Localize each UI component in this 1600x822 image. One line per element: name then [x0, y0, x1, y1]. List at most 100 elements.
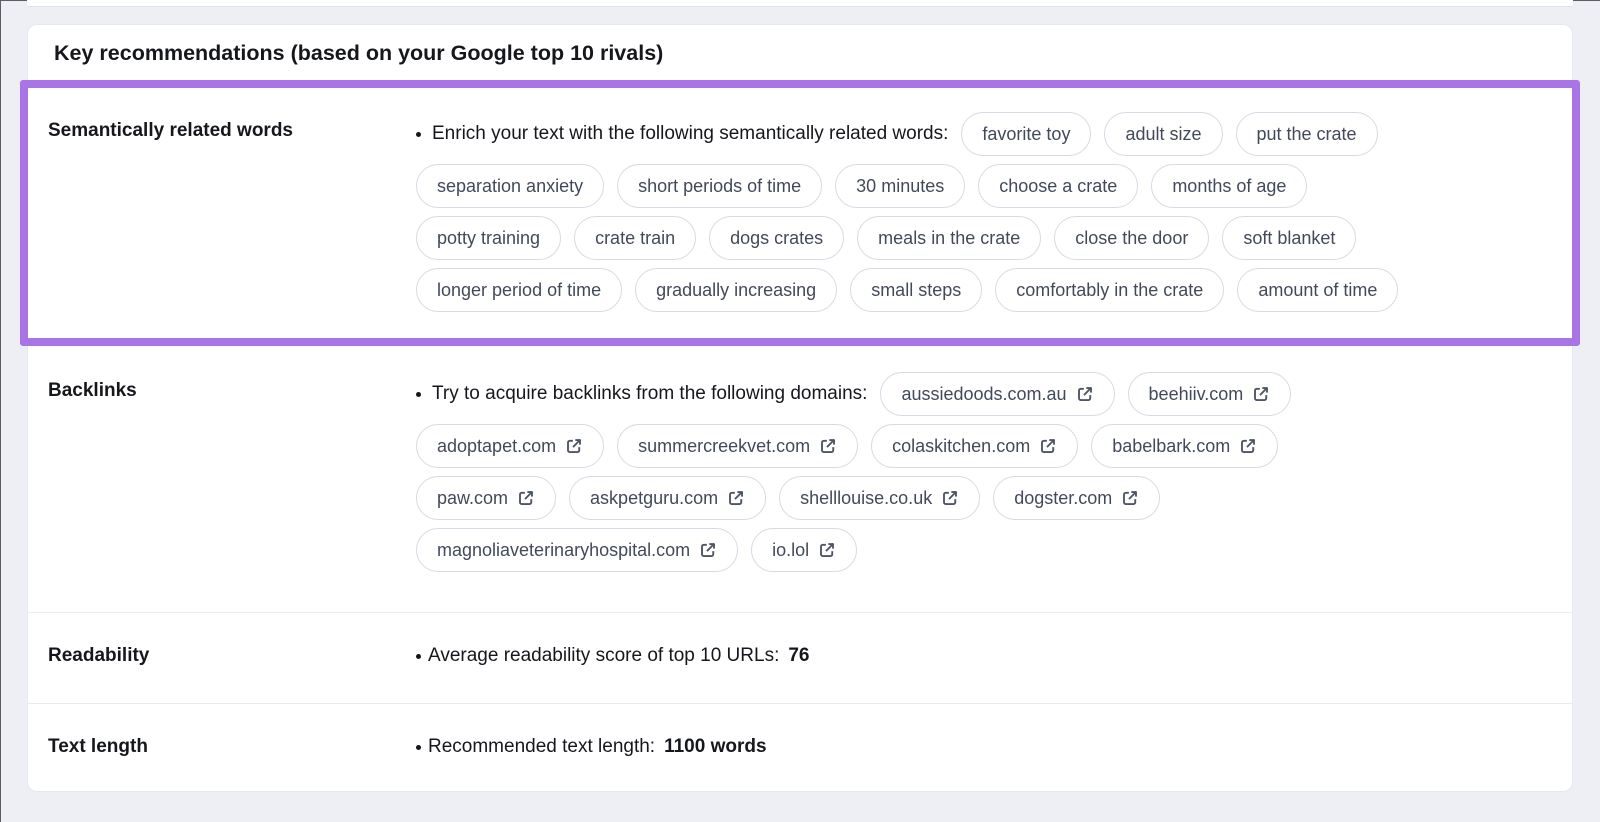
keyword-pill: soft blanket — [1222, 216, 1357, 260]
pill-label: months of age — [1172, 175, 1287, 196]
pill-line: paw.com askpetguru.com shelllouise.co.uk… — [416, 476, 1552, 520]
keyword-pill: separation anxiety — [416, 164, 605, 208]
domain-pill[interactable]: beehiiv.com — [1127, 372, 1292, 416]
keyword-pill: put the crate — [1235, 112, 1378, 156]
keyword-pill: meals in the crate — [857, 216, 1042, 260]
pill-label: gradually increasing — [656, 279, 817, 300]
readability-row: Readability Average readability score of… — [28, 612, 1572, 703]
pill-label: babelbark.com — [1112, 435, 1231, 456]
pill-label: potty training — [437, 227, 541, 248]
pill-label: favorite toy — [982, 123, 1071, 144]
keyword-pill: gradually increasing — [635, 268, 838, 312]
pill-label: adult size — [1125, 123, 1202, 144]
external-link-icon — [1123, 490, 1138, 505]
readability-label: Readability — [48, 645, 150, 666]
semantic-words-content: Enrich your text with the following sema… — [416, 112, 1552, 312]
backlinks-content: Try to acquire backlinks from the follow… — [416, 372, 1552, 572]
domain-pill[interactable]: magnoliaveterinaryhospital.com — [416, 528, 739, 572]
keyword-pill: dogs crates — [709, 216, 845, 260]
readability-line: Average readability score of top 10 URLs… — [416, 643, 1552, 669]
pill-line: potty training crate train dogs crates meal… — [416, 216, 1552, 260]
pill-label: amount of time — [1258, 279, 1378, 300]
keyword-pill: favorite toy — [961, 112, 1092, 156]
pill-label: choose a crate — [999, 175, 1118, 196]
semantic-words-highlight-box: Semantically related words Enrich your t… — [20, 80, 1580, 346]
bullet-dot — [416, 744, 421, 750]
external-link-icon — [567, 438, 582, 453]
pill-label: shelllouise.co.uk — [800, 487, 933, 508]
bullet-dot — [416, 391, 421, 397]
pill-label: meals in the crate — [878, 227, 1021, 248]
text-length-text: Recommended text length: — [428, 736, 656, 757]
pill-line: Try to acquire backlinks from the follow… — [416, 372, 1552, 416]
pill-label: close the door — [1075, 227, 1189, 248]
domain-pill[interactable]: aussiedoods.com.au — [880, 372, 1115, 416]
text-length-line: Recommended text length: 1100 words — [416, 734, 1552, 760]
bullet-dot — [416, 131, 421, 137]
domain-pill[interactable]: dogster.com — [993, 476, 1161, 520]
pill-label: adoptapet.com — [437, 435, 557, 456]
pill-line: Enrich your text with the following sema… — [416, 112, 1552, 156]
pill-label: separation anxiety — [437, 175, 584, 196]
external-link-icon — [821, 438, 836, 453]
keyword-pill: 30 minutes — [835, 164, 966, 208]
external-link-icon — [519, 490, 534, 505]
keyword-pill: potty training — [416, 216, 562, 260]
keyword-pill: amount of time — [1237, 268, 1399, 312]
recommendation-intro-text: Enrich your text with the following sema… — [432, 123, 949, 144]
keyword-pill: longer period of time — [416, 268, 623, 312]
pill-line: longer period of time gradually increasin… — [416, 268, 1552, 312]
external-link-icon — [1241, 438, 1256, 453]
card-header: Key recommendations (based on your Googl… — [28, 25, 1572, 80]
keyword-pill: choose a crate — [978, 164, 1139, 208]
domain-pill[interactable]: io.lol — [751, 528, 858, 572]
external-link-icon — [729, 490, 744, 505]
external-link-icon — [1254, 386, 1269, 401]
pill-line: separation anxiety short periods of time 3… — [416, 164, 1552, 208]
domain-pill[interactable]: babelbark.com — [1091, 424, 1279, 468]
text-length-row: Text length Recommended text length: 110… — [28, 703, 1572, 791]
readability-text: Average readability score of top 10 URLs… — [428, 645, 780, 666]
domain-pill[interactable]: askpetguru.com — [569, 476, 767, 520]
pill-label: paw.com — [437, 487, 509, 508]
keyword-pill: comfortably in the crate — [995, 268, 1225, 312]
pill-line: adoptapet.com summercreekvet.com colaski… — [416, 424, 1552, 468]
text-length-value: 1100 words — [664, 736, 767, 757]
domain-pill[interactable]: summercreekvet.com — [617, 424, 859, 468]
backlinks-row: Backlinks Try to acquire backlinks from … — [28, 346, 1572, 612]
pill-label: soft blanket — [1243, 227, 1336, 248]
key-recommendations-card: Key recommendations (based on your Googl… — [20, 24, 1580, 792]
domain-pill[interactable]: adoptapet.com — [416, 424, 605, 468]
external-link-icon — [701, 542, 716, 557]
keyword-pill: crate train — [574, 216, 697, 260]
external-link-icon — [1077, 386, 1092, 401]
semantic-words-row: Semantically related words Enrich your t… — [28, 88, 1572, 338]
external-link-icon — [820, 542, 835, 557]
pill-label: magnoliaveterinaryhospital.com — [437, 539, 691, 560]
keyword-pill: small steps — [850, 268, 983, 312]
keyword-pill: short periods of time — [617, 164, 823, 208]
semantic-words-label: Semantically related words — [48, 120, 293, 141]
keyword-pill: months of age — [1151, 164, 1308, 208]
previous-card-bottom-edge — [27, 0, 1573, 7]
pill-label: beehiiv.com — [1148, 383, 1244, 404]
text-length-label: Text length — [48, 736, 148, 757]
pill-label: colaskitchen.com — [892, 435, 1031, 456]
pill-label: comfortably in the crate — [1016, 279, 1204, 300]
keyword-pill: adult size — [1104, 112, 1223, 156]
pill-label: io.lol — [772, 539, 810, 560]
pill-line: magnoliaveterinaryhospital.com io.lol — [416, 528, 1552, 572]
domain-pill[interactable]: shelllouise.co.uk — [779, 476, 981, 520]
pill-label: put the crate — [1256, 123, 1357, 144]
pill-label: short periods of time — [638, 175, 802, 196]
pill-label: longer period of time — [437, 279, 602, 300]
pill-label: dogster.com — [1014, 487, 1113, 508]
readability-value: 76 — [788, 645, 810, 666]
pill-label: aussiedoods.com.au — [901, 383, 1067, 404]
backlinks-label: Backlinks — [48, 380, 137, 401]
keyword-pill: close the door — [1054, 216, 1210, 260]
domain-pill[interactable]: colaskitchen.com — [871, 424, 1079, 468]
domain-pill[interactable]: paw.com — [416, 476, 557, 520]
page-title: Key recommendations (based on your Googl… — [54, 41, 664, 65]
pill-label: crate train — [595, 227, 676, 248]
